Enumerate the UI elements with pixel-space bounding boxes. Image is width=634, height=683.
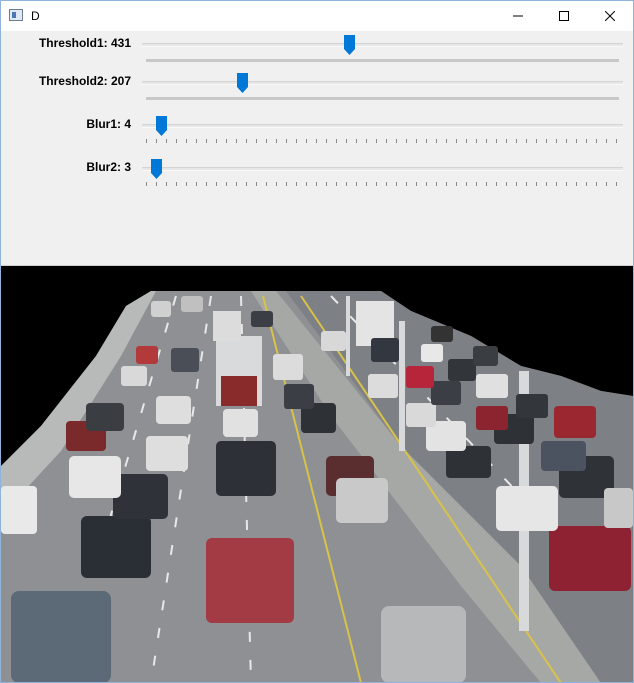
image-display — [1, 265, 633, 682]
trackbar-panel: Threshold1: 431 Threshold2: 207 Blur1: 4… — [1, 31, 633, 265]
threshold1-track[interactable] — [142, 43, 623, 47]
window-title: D — [31, 9, 40, 23]
close-button[interactable] — [587, 1, 633, 31]
title-bar[interactable]: D — [1, 1, 633, 31]
minimize-button[interactable] — [495, 1, 541, 31]
blur2-slider-thumb[interactable] — [151, 159, 163, 179]
threshold2-label: Threshold2: 207 — [38, 74, 131, 88]
app-window-icon — [9, 9, 23, 21]
maximize-icon — [559, 11, 569, 21]
close-icon — [605, 11, 615, 21]
blur2-ticks — [146, 182, 619, 186]
threshold2-scale — [146, 97, 619, 100]
highway-traffic-image — [1, 266, 633, 682]
minimize-icon — [513, 15, 523, 17]
maximize-button[interactable] — [541, 1, 587, 31]
threshold1-slider-thumb[interactable] — [344, 35, 356, 55]
blur2-track[interactable] — [142, 167, 623, 171]
threshold2-slider-thumb[interactable] — [236, 73, 248, 93]
app-window: D Threshold1: 431 Threshold2: 207 Blur1:… — [0, 0, 634, 683]
blur2-label: Blur2: 3 — [86, 160, 131, 174]
threshold1-scale — [146, 59, 619, 62]
blur1-label: Blur1: 4 — [86, 117, 131, 131]
threshold1-label: Threshold1: 431 — [38, 36, 131, 50]
threshold2-track[interactable] — [142, 81, 623, 85]
blur1-slider-thumb[interactable] — [156, 116, 168, 136]
blur1-ticks — [146, 139, 619, 143]
blur1-track[interactable] — [142, 124, 623, 128]
